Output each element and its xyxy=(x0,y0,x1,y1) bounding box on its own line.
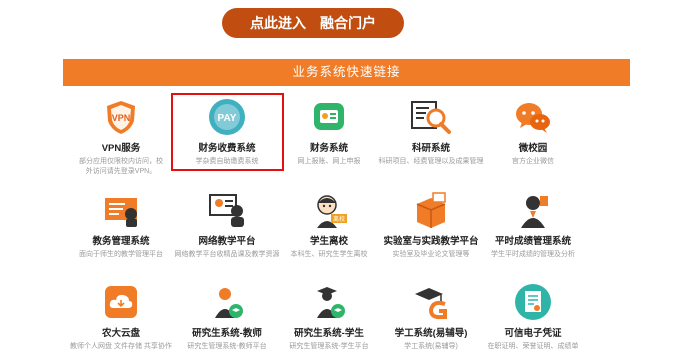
teaching-admin-icon xyxy=(101,190,141,230)
lab-box-icon xyxy=(411,190,451,230)
cloud-disk-icon xyxy=(101,282,141,322)
e-certificate-icon xyxy=(513,282,553,322)
tile-online-teaching[interactable]: 网络教学平台 网络教学平台收精品课及教学资源 xyxy=(169,190,285,260)
tile-desc: 本科生、研究生学生离校 xyxy=(290,251,368,258)
tile-student-affairs[interactable]: 学工系统(易辅导) 学工系统(易辅导) xyxy=(373,282,489,352)
tile-student-leave[interactable]: 离校 学生离校 本科生、研究生学生离校 xyxy=(271,190,387,260)
tile-wechat[interactable]: 微校园 官方企业微信 xyxy=(475,97,591,167)
tile-desc: 学杂费自助缴费系统 xyxy=(195,158,259,165)
wechat-icon xyxy=(513,97,553,137)
svg-text:VPN: VPN xyxy=(112,113,131,123)
tile-name: 实验室与实践教学平台 xyxy=(383,236,479,247)
leave-badge-text: 离校 xyxy=(333,215,345,223)
tile-cloud-disk[interactable]: 农大云盘 教师个人网盘 文件存储 共享协作 xyxy=(63,282,179,352)
pay-icon: PAY xyxy=(207,97,247,137)
portal-entry-button[interactable]: 点此进入 融合门户 xyxy=(222,8,404,38)
tile-grad-teacher[interactable]: 研究生系统-教师 研究生管理系统-教师平台 xyxy=(169,282,285,352)
tile-name: VPN服务 xyxy=(101,143,141,154)
tile-name: 研究生系统-学生 xyxy=(294,328,364,339)
tile-desc: 官方企业微信 xyxy=(512,158,554,165)
online-teaching-icon xyxy=(207,190,247,230)
grad-teacher-icon xyxy=(207,282,247,322)
vpn-shield-icon: VPN xyxy=(101,97,141,137)
tile-name: 平时成绩管理系统 xyxy=(494,236,571,247)
tile-desc: 面向于师生的教学管理平台 xyxy=(79,251,163,258)
tile-vpn[interactable]: VPN VPN服务 部分应用仅限校内访问，校外访问请先登录VPN。 xyxy=(63,97,179,177)
tile-name: 科研系统 xyxy=(411,143,450,154)
tile-name: 教务管理系统 xyxy=(92,236,150,247)
portal-entry-label: 点此进入 xyxy=(250,15,306,31)
grades-icon xyxy=(513,190,553,230)
tile-desc: 研究生管理系统-学生平台 xyxy=(289,343,369,350)
tile-finance[interactable]: 财务系统 网上报账、网上申报 xyxy=(271,97,387,167)
student-affairs-icon xyxy=(411,282,451,322)
finance-icon xyxy=(309,97,349,137)
tile-desc: 网上报账、网上申报 xyxy=(297,158,361,165)
tile-e-certificate[interactable]: 可信电子凭证 在职证明、荣誉证明、成绩单 xyxy=(475,282,591,352)
tile-teaching-admin[interactable]: 教务管理系统 面向于师生的教学管理平台 xyxy=(63,190,179,260)
tile-name: 农大云盘 xyxy=(101,328,140,339)
grad-student-icon xyxy=(309,282,349,322)
tile-desc: 科研项目、经费管理以及成果管理 xyxy=(378,158,484,165)
tile-lab-practice[interactable]: 实验室与实践教学平台 实验室及毕业论文管理等 xyxy=(373,190,489,260)
tile-desc: 研究生管理系统-教师平台 xyxy=(187,343,267,350)
tile-name: 学生离校 xyxy=(309,236,348,247)
tile-desc: 学工系统(易辅导) xyxy=(404,343,458,350)
tile-grades[interactable]: 平时成绩管理系统 学生平时成绩的管理及分析 xyxy=(475,190,591,260)
tile-desc: 部分应用仅限校内访问，校外访问请先登录VPN。 xyxy=(79,158,163,175)
tile-desc: 网络教学平台收精品课及教学资源 xyxy=(174,251,280,258)
quick-links-banner: 业务系统快速链接 xyxy=(63,59,630,86)
tile-research[interactable]: 科研系统 科研项目、经费管理以及成果管理 xyxy=(373,97,489,167)
pay-badge-text: PAY xyxy=(218,113,237,124)
tile-name: 微校园 xyxy=(518,143,548,154)
research-magnifier-icon xyxy=(409,97,453,137)
portal-name-label: 融合门户 xyxy=(320,15,376,31)
tile-name: 学工系统(易辅导) xyxy=(394,328,468,339)
tile-finance-fee[interactable]: PAY 财务收费系统 学杂费自助缴费系统 xyxy=(169,97,285,167)
tile-name: 网络教学平台 xyxy=(198,236,256,247)
tile-desc: 教师个人网盘 文件存储 共享协作 xyxy=(70,343,172,350)
tile-grad-student[interactable]: 研究生系统-学生 研究生管理系统-学生平台 xyxy=(271,282,387,352)
tile-desc: 在职证明、荣誉证明、成绩单 xyxy=(487,343,579,350)
student-leave-icon: 离校 xyxy=(309,190,349,230)
tile-name: 财务系统 xyxy=(309,143,348,154)
tile-name: 财务收费系统 xyxy=(198,143,256,154)
banner-title: 业务系统快速链接 xyxy=(292,65,401,79)
tile-desc: 实验室及毕业论文管理等 xyxy=(392,251,470,258)
tile-desc: 学生平时成绩的管理及分析 xyxy=(491,251,575,258)
tile-name: 可信电子凭证 xyxy=(504,328,562,339)
tile-name: 研究生系统-教师 xyxy=(192,328,262,339)
